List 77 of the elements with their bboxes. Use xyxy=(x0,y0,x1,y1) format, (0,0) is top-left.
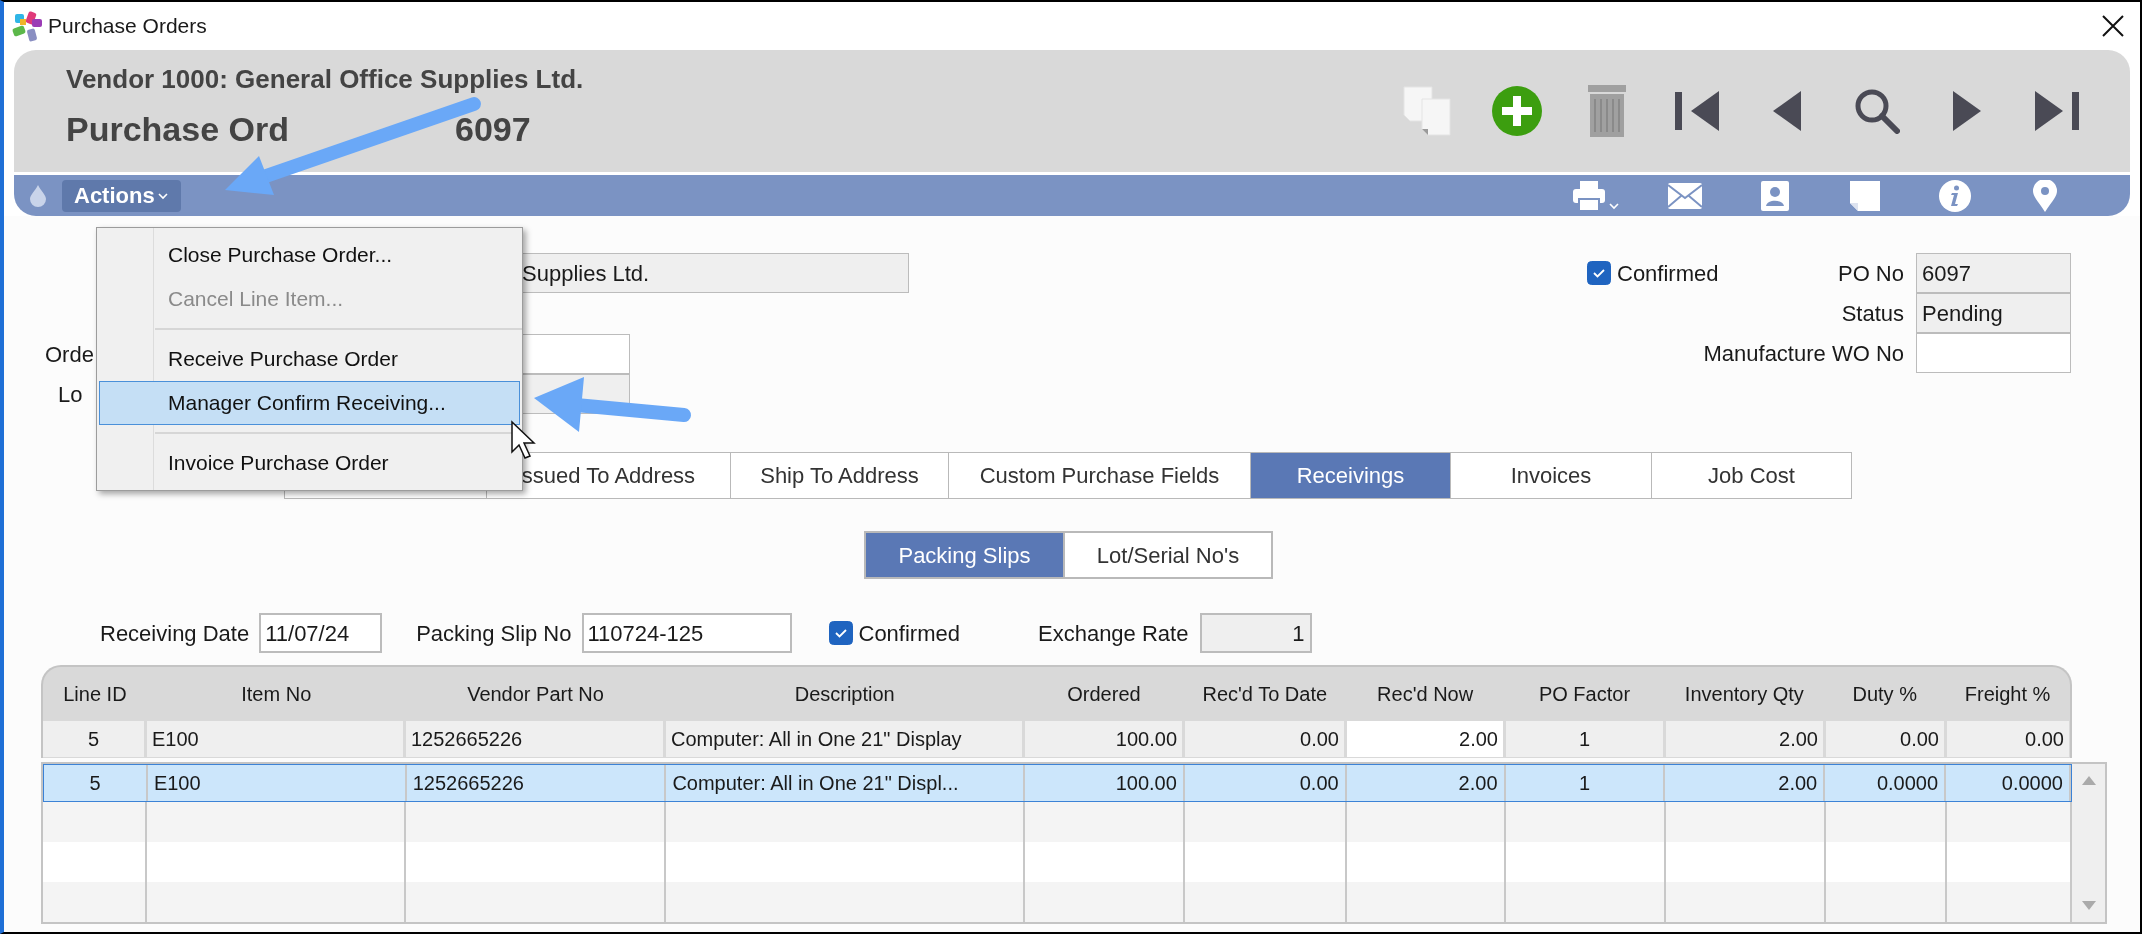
edit-cell[interactable]: 1252665226 xyxy=(406,721,663,757)
confirmed-checkbox[interactable] xyxy=(1587,261,1611,285)
vendor-heading: Vendor 1000: General Office Supplies Ltd. xyxy=(66,64,584,94)
edit-cell[interactable]: 0.00 xyxy=(1185,721,1344,757)
caret-icon[interactable] xyxy=(1609,201,1619,210)
menu-item[interactable]: Manager Confirm Receiving... xyxy=(99,381,520,425)
last-record-icon[interactable] xyxy=(2035,91,2079,131)
note-icon[interactable] xyxy=(1850,180,1880,211)
tab[interactable]: Custom Purchase Fields xyxy=(948,452,1251,499)
info-icon[interactable] xyxy=(1939,179,1971,212)
confirmed-checkbox[interactable] xyxy=(828,621,853,645)
contact-card-icon[interactable] xyxy=(1761,180,1789,211)
field-label: Lo xyxy=(58,381,83,407)
edit-cell[interactable]: 5 xyxy=(43,721,144,757)
form-field[interactable]: Pending xyxy=(1916,293,2071,333)
field-label: Orde xyxy=(45,341,94,367)
tab[interactable]: Invoices xyxy=(1450,452,1652,499)
menu-item[interactable]: Close Purchase Order... xyxy=(99,233,520,277)
edit-cell[interactable]: 2.00 xyxy=(1666,721,1823,757)
edit-cell[interactable]: 0.00 xyxy=(1826,721,1944,757)
form-field[interactable] xyxy=(1916,333,2071,373)
mouse-pointer-icon xyxy=(511,420,536,459)
receiving-date-field[interactable]: 11/07/24 xyxy=(259,613,383,653)
printer-icon[interactable] xyxy=(1571,179,1607,212)
window-title: Purchase Orders xyxy=(48,13,207,40)
app-logo xyxy=(10,9,44,43)
menu-item[interactable]: Receive Purchase Order xyxy=(99,337,520,381)
first-record-icon[interactable] xyxy=(1675,91,1719,131)
checkbox-label: Confirmed xyxy=(858,619,960,648)
previous-record-icon[interactable] xyxy=(1773,91,1801,131)
scroll-down-icon[interactable] xyxy=(2081,901,2096,910)
column-header[interactable]: Rec'd To Date xyxy=(1202,679,1328,709)
edit-cell[interactable]: 2.00 xyxy=(1347,721,1503,757)
subtab[interactable]: Lot/Serial No's xyxy=(1063,531,1273,579)
scroll-up-icon[interactable] xyxy=(2081,776,2096,785)
column-header[interactable]: Line ID xyxy=(63,679,127,709)
edit-cell[interactable]: 0.00 xyxy=(1947,721,2069,757)
search-icon[interactable] xyxy=(1854,88,1900,134)
edit-cell[interactable]: 100.00 xyxy=(1025,721,1182,757)
add-icon[interactable] xyxy=(1491,85,1543,137)
field-label: Status xyxy=(1841,299,1904,328)
envelope-icon[interactable] xyxy=(1668,182,1702,209)
field-label: PO No xyxy=(1837,259,1904,288)
edit-cell[interactable]: Computer: All in One 21" Display xyxy=(666,721,1022,757)
column-header[interactable]: Rec'd Now xyxy=(1377,679,1474,709)
edit-cell[interactable]: E100 xyxy=(147,721,403,757)
close-icon[interactable] xyxy=(2102,15,2124,37)
column-header[interactable]: Inventory Qty xyxy=(1684,679,1804,709)
tab[interactable]: Job Cost xyxy=(1651,452,1852,499)
column-header[interactable]: Freight % xyxy=(1964,679,2051,709)
actions-button[interactable]: Actions xyxy=(62,179,181,212)
column-header[interactable]: Description xyxy=(794,679,895,709)
caret-icon xyxy=(156,190,169,201)
record-title: Purchase Ord xyxy=(66,110,289,148)
droplet-icon[interactable] xyxy=(30,184,46,207)
tab[interactable]: Ship To Address xyxy=(730,452,949,499)
column-header[interactable]: Vendor Part No xyxy=(467,679,604,709)
field-label: Receiving Date xyxy=(100,619,250,648)
tab[interactable]: Receivings xyxy=(1250,452,1451,499)
subtab[interactable]: Packing Slips xyxy=(864,531,1065,579)
exchange-rate-field[interactable]: 1 xyxy=(1200,613,1313,653)
field-label: Manufacture WO No xyxy=(1703,339,1904,368)
form-field[interactable]: 6097 xyxy=(1916,253,2071,293)
column-header[interactable]: PO Factor xyxy=(1538,679,1631,709)
scrollbar[interactable] xyxy=(2072,764,2105,922)
field-label: Exchange Rate xyxy=(1038,619,1189,648)
next-record-icon[interactable] xyxy=(1953,91,1981,131)
packing-slip-field[interactable]: 110724-125 xyxy=(581,613,792,653)
checkbox-label: Confirmed xyxy=(1617,259,1719,288)
column-header[interactable]: Duty % xyxy=(1852,679,1917,709)
field-label: Packing Slip No xyxy=(416,619,572,648)
record-title: 6097 xyxy=(455,110,531,148)
location-pin-icon[interactable] xyxy=(2033,179,2057,212)
table-row[interactable]: 5 E100 1252665226 Computer: All in One 21" Displ... 100.00 0.00 2.00 1 2.00 0.0000 0.0000 xyxy=(43,764,2072,802)
column-header[interactable]: Item No xyxy=(241,679,312,709)
edit-cell[interactable]: 1 xyxy=(1506,721,1663,757)
column-header[interactable]: Ordered xyxy=(1067,679,1141,709)
